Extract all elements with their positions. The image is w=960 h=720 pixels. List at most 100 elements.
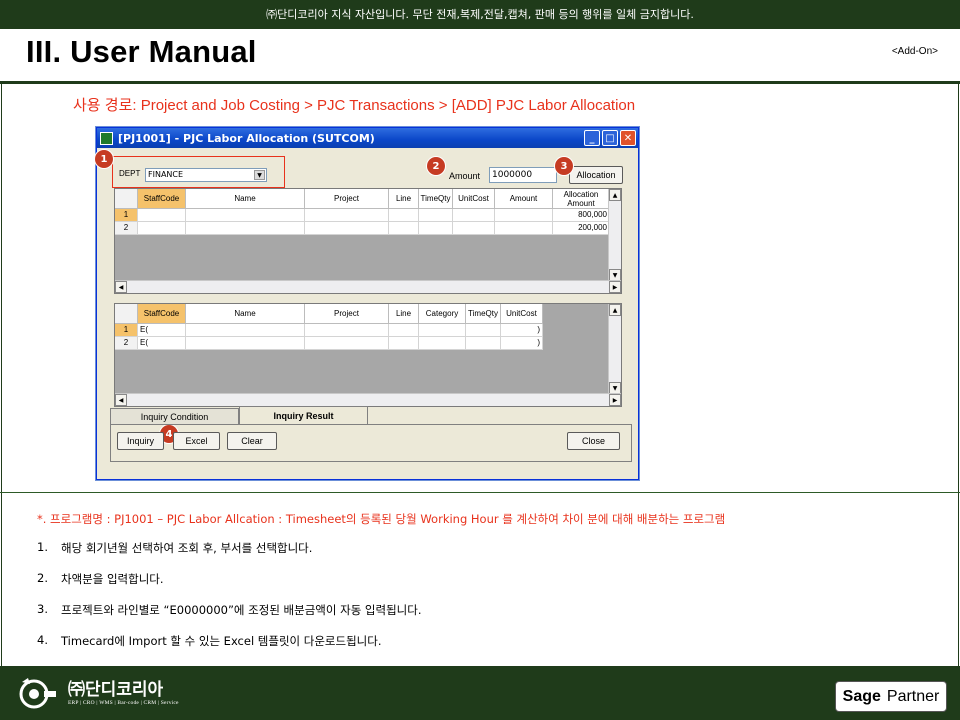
allocation-amount-cell: 200,000 bbox=[553, 222, 610, 235]
step-badge-1: 1 bbox=[95, 150, 113, 168]
list-item: 3. 프로젝트와 라인별로 “E0000000”에 조정된 배분금액이 자동 입력… bbox=[37, 602, 421, 633]
program-description: *. 프로그램명 : PJ1001 – PJC Labor Allcation … bbox=[37, 512, 726, 526]
close-icon[interactable]: ✕ bbox=[620, 130, 636, 146]
company-logo: ㈜단디코리아 ERP | CRO | WMS | Bar-code | CRM … bbox=[14, 676, 179, 710]
col-project[interactable]: Project bbox=[305, 304, 389, 324]
tab-inquiry-result[interactable]: Inquiry Result bbox=[239, 406, 368, 424]
col-timeqty[interactable]: TimeQty bbox=[466, 304, 501, 324]
grid-header: StaffCode Name Project Line Category Tim… bbox=[115, 304, 543, 324]
horizontal-scrollbar[interactable]: ◀ ▶ bbox=[115, 393, 621, 406]
vertical-scrollbar[interactable]: ▲ ▼ bbox=[608, 189, 621, 281]
labor-allocation-window: [PJ1001] - PJC Labor Allocation (SUTCOM)… bbox=[95, 127, 639, 480]
logo-icon bbox=[14, 676, 58, 710]
result-grid[interactable]: StaffCode Name Project Line Category Tim… bbox=[114, 303, 622, 407]
addon-label: <Add-On> bbox=[891, 46, 938, 57]
list-item: 1. 해당 회기년월 선택하여 조회 후, 부서를 선택합니다. bbox=[37, 540, 421, 571]
section-divider bbox=[0, 492, 960, 493]
row-number: 1 bbox=[115, 209, 138, 222]
scroll-right-icon[interactable]: ▶ bbox=[609, 394, 621, 406]
step-number: 2. bbox=[37, 571, 48, 585]
dept-select[interactable]: FINANCE ▼ bbox=[145, 168, 267, 182]
col-staffcode[interactable]: StaffCode bbox=[138, 189, 186, 209]
step-text: 해당 회기년월 선택하여 조회 후, 부서를 선택합니다. bbox=[61, 541, 313, 555]
step-number: 3. bbox=[37, 602, 48, 616]
inquiry-button[interactable]: Inquiry bbox=[117, 432, 164, 450]
step-text: 프로젝트와 라인별로 “E0000000”에 조정된 배분금액이 자동 입력됩니… bbox=[61, 603, 422, 617]
col-staffcode[interactable]: StaffCode bbox=[138, 304, 186, 324]
step-badge-2: 2 bbox=[427, 157, 445, 175]
partner-label: Partner bbox=[886, 687, 940, 705]
allocation-button[interactable]: Allocation bbox=[569, 166, 623, 184]
grid-corner bbox=[115, 304, 138, 324]
col-name[interactable]: Name bbox=[186, 304, 305, 324]
step-text: Timecard에 Import 할 수 있는 Excel 템플릿이 다운로드됩… bbox=[61, 634, 382, 648]
scroll-right-icon[interactable]: ▶ bbox=[609, 281, 621, 293]
step-badge-3: 3 bbox=[555, 157, 573, 175]
col-category[interactable]: Category bbox=[419, 304, 466, 324]
unitcost-cell: ) bbox=[501, 324, 543, 337]
excel-button[interactable]: Excel bbox=[173, 432, 220, 450]
amount-input[interactable]: 1000000 bbox=[489, 167, 557, 183]
menu-path: 사용 경로: Project and Job Costing > PJC Tra… bbox=[73, 97, 636, 114]
allocation-grid[interactable]: StaffCode Name Project Line TimeQty Unit… bbox=[114, 188, 622, 294]
grid-header: StaffCode Name Project Line TimeQty Unit… bbox=[115, 189, 610, 209]
row-number: 1 bbox=[115, 324, 138, 337]
staffcode-cell: E( bbox=[138, 337, 186, 350]
tab-bar: Inquiry Condition Inquiry Result bbox=[110, 406, 368, 424]
row-number: 2 bbox=[115, 337, 138, 350]
window-titlebar: [PJ1001] - PJC Labor Allocation (SUTCOM)… bbox=[97, 128, 638, 148]
staffcode-cell: E( bbox=[138, 324, 186, 337]
horizontal-scrollbar[interactable]: ◀ ▶ bbox=[115, 280, 621, 293]
col-line[interactable]: Line bbox=[389, 304, 419, 324]
col-timeqty[interactable]: TimeQty bbox=[419, 189, 453, 209]
step-number: 1. bbox=[37, 540, 48, 554]
left-border bbox=[1, 84, 2, 666]
chevron-down-icon[interactable]: ▼ bbox=[254, 170, 265, 180]
table-row[interactable]: 2 200,000 bbox=[115, 222, 610, 235]
grid-corner bbox=[115, 189, 138, 209]
col-project[interactable]: Project bbox=[305, 189, 389, 209]
close-button[interactable]: Close bbox=[567, 432, 620, 450]
list-item: 2. 차액분을 입력합니다. bbox=[37, 571, 421, 602]
scroll-left-icon[interactable]: ◀ bbox=[115, 394, 127, 406]
scroll-up-icon[interactable]: ▲ bbox=[609, 304, 621, 316]
footer: ㈜단디코리아 ERP | CRO | WMS | Bar-code | CRM … bbox=[0, 666, 960, 720]
page-title: III. User Manual bbox=[26, 34, 257, 69]
table-row[interactable]: 1 E( ) bbox=[115, 324, 543, 337]
maximize-icon[interactable]: □ bbox=[602, 130, 618, 146]
col-line[interactable]: Line bbox=[389, 189, 419, 209]
table-row[interactable]: 1 800,000 bbox=[115, 209, 610, 222]
tab-inquiry-condition[interactable]: Inquiry Condition bbox=[110, 408, 239, 424]
col-amount[interactable]: Amount bbox=[495, 189, 553, 209]
col-unitcost[interactable]: UnitCost bbox=[453, 189, 495, 209]
col-name[interactable]: Name bbox=[186, 189, 305, 209]
clear-button[interactable]: Clear bbox=[227, 432, 277, 450]
list-item: 4. Timecard에 Import 할 수 있는 Excel 템플릿이 다운로… bbox=[37, 633, 421, 664]
unitcost-cell: ) bbox=[501, 337, 543, 350]
dept-value: FINANCE bbox=[148, 170, 184, 179]
tab-panel: Inquiry Excel Clear Close bbox=[110, 424, 632, 462]
right-border bbox=[958, 84, 959, 666]
row-number: 2 bbox=[115, 222, 138, 235]
allocation-amount-cell: 800,000 bbox=[553, 209, 610, 222]
top-banner: ㈜단디코리아 지식 자산입니다. 무단 전재,복제,전달,캡쳐, 판매 등의 행… bbox=[0, 0, 960, 29]
scroll-left-icon[interactable]: ◀ bbox=[115, 281, 127, 293]
sage-logo: Sage bbox=[842, 687, 881, 705]
title-divider bbox=[0, 81, 960, 84]
app-icon bbox=[100, 131, 113, 145]
logo-name: ㈜단디코리아 bbox=[68, 680, 164, 700]
minimize-icon[interactable]: _ bbox=[584, 130, 600, 146]
table-row[interactable]: 2 E( ) bbox=[115, 337, 543, 350]
col-unitcost[interactable]: UnitCost bbox=[501, 304, 543, 324]
scroll-up-icon[interactable]: ▲ bbox=[609, 189, 621, 201]
logo-tagline: ERP | CRO | WMS | Bar-code | CRM | Servi… bbox=[68, 700, 179, 706]
dept-label: DEPT bbox=[119, 169, 141, 178]
step-number: 4. bbox=[37, 633, 48, 647]
step-text: 차액분을 입력합니다. bbox=[61, 572, 164, 586]
amount-label: Amount bbox=[449, 171, 481, 181]
step-list: 1. 해당 회기년월 선택하여 조회 후, 부서를 선택합니다. 2. 차액분을 입… bbox=[37, 540, 421, 664]
col-allocation-amount[interactable]: Allocation Amount bbox=[553, 189, 610, 209]
sage-partner-badge: Sage Partner bbox=[835, 681, 947, 712]
vertical-scrollbar[interactable]: ▲ ▼ bbox=[608, 304, 621, 394]
window-title: [PJ1001] - PJC Labor Allocation (SUTCOM) bbox=[118, 131, 375, 145]
